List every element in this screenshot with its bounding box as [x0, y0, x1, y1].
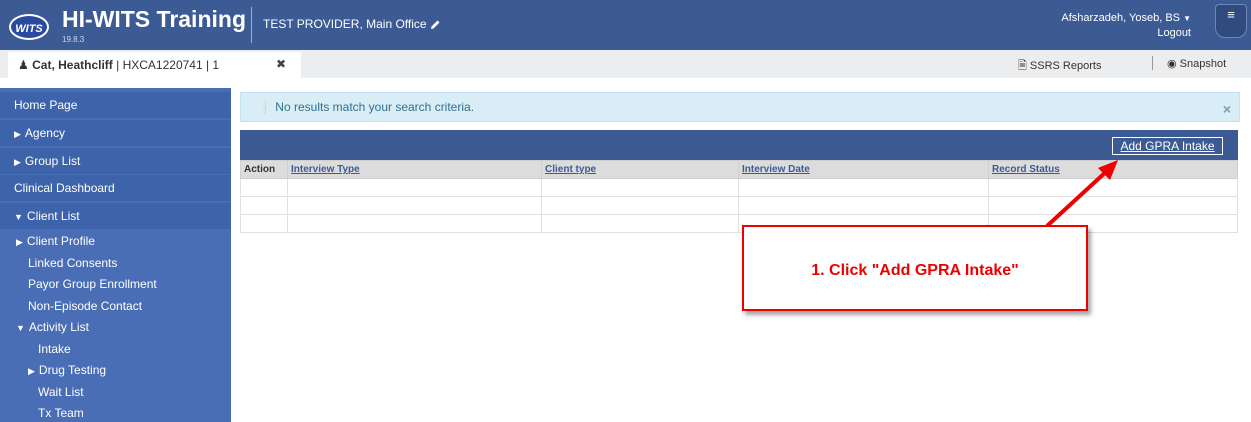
annotation-arrow [1045, 160, 1118, 228]
annotation-text: 1. Click "Add GPRA Intake" [811, 262, 1019, 279]
annotation-callout: 1. Click "Add GPRA Intake" [742, 225, 1088, 311]
